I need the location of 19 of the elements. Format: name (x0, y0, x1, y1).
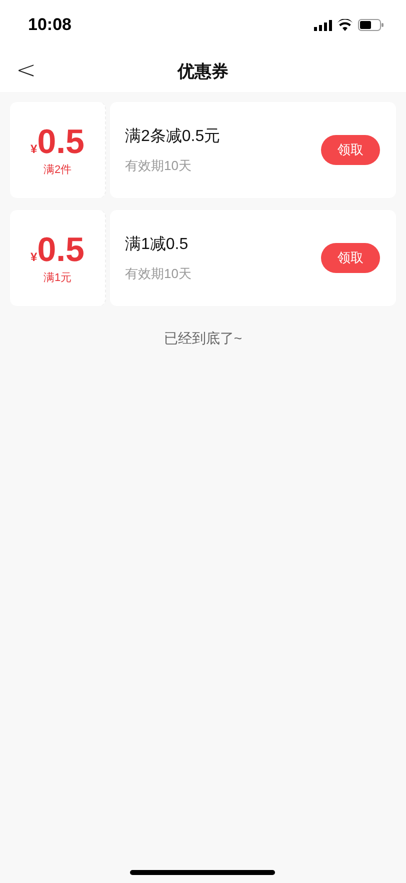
status-time: 10:08 (28, 15, 72, 35)
wifi-icon (337, 19, 353, 31)
coupon-title: 满1减0.5 (125, 234, 190, 254)
coupon-amount: 0.5 (37, 232, 84, 268)
currency-symbol: ¥ (30, 250, 38, 264)
coupon-title: 满2条减0.5元 (125, 126, 222, 146)
signal-icon (314, 20, 332, 30)
claim-button[interactable]: 领取 (321, 135, 380, 165)
back-button[interactable]: < (10, 56, 42, 84)
coupon-validity: 有效期10天 (125, 264, 192, 282)
coupon-amount: 0.5 (37, 124, 84, 160)
coupon-validity: 有效期10天 (125, 156, 192, 174)
page-title: 优惠券 (178, 60, 228, 82)
end-of-list-text: 已经到底了~ (164, 330, 242, 348)
coupon-condition: 满1元 (43, 270, 72, 284)
coupon-condition: 满2件 (43, 162, 72, 176)
claim-button[interactable]: 领取 (321, 243, 380, 273)
battery-icon (358, 19, 384, 31)
currency-symbol: ¥ (30, 142, 38, 156)
